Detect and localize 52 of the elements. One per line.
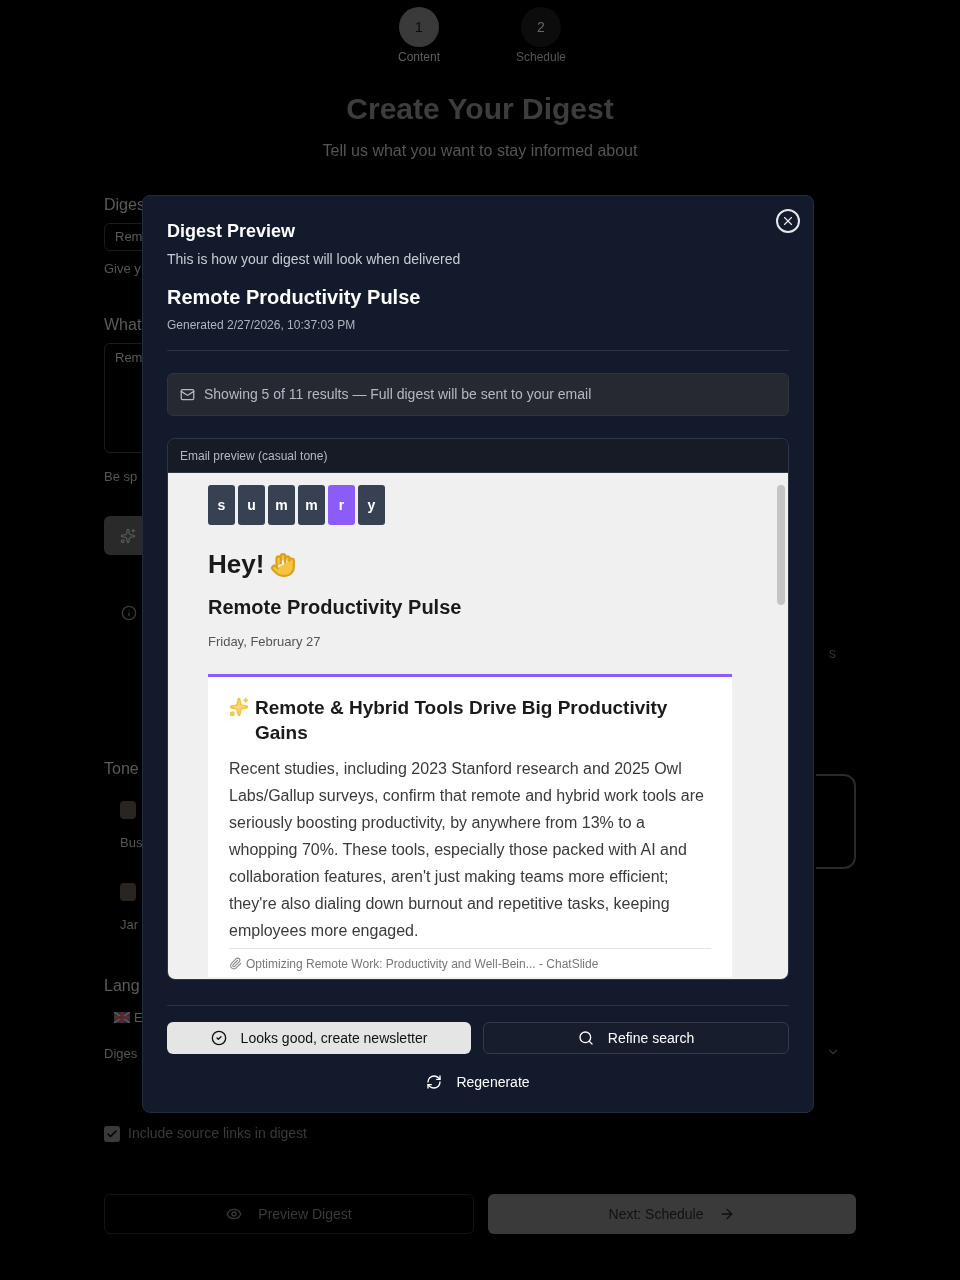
checkbox-label: Include source links in digest — [128, 1124, 307, 1143]
refresh-icon — [426, 1074, 443, 1090]
flag-icon — [114, 1012, 130, 1024]
check-icon — [106, 1127, 118, 1140]
step-label: Content — [398, 49, 440, 66]
dialog-subtitle: This is how your digest will look when delivered — [167, 250, 462, 269]
hint-text: Give y — [104, 260, 141, 278]
refine-search-button[interactable]: Refine search — [483, 1022, 789, 1054]
sparkles-icon — [120, 527, 136, 544]
close-button[interactable] — [776, 209, 800, 233]
info-icon — [121, 605, 137, 621]
source-link[interactable]: Optimizing Remote Work: Productivity and Well-Bein... - ChatSlide — [246, 954, 599, 973]
checkbox[interactable] — [104, 1125, 120, 1142]
step-label: Schedule — [516, 49, 567, 66]
eye-icon — [226, 1206, 243, 1222]
field-label: Lang — [104, 976, 140, 996]
page-title: Create Your Digest — [345, 91, 615, 127]
newsletter-title: Remote Productivity Pulse — [208, 595, 463, 620]
story-body: Recent studies, including 2023 Stanford research and 2025 Owl Labs/Gallup surveys, confirm that remote and hybrid work tools are seriously boosting productivity, by anywhere from 13% to a whopping 70%. These tools, especially those packed with AI and collaboration features, aren't just making teams more efficient; they're also dialing down burnout and repetitive tasks, keeping employees more engaged. — [229, 758, 705, 941]
search-icon — [577, 1030, 594, 1046]
logo-tile: r — [328, 485, 355, 525]
dialog-title: Digest Preview — [167, 220, 297, 243]
story-headline: Remote & Hybrid Tools Drive Big Productivity Gains — [255, 695, 669, 745]
preview-header: Email preview (casual tone) — [168, 439, 788, 473]
create-newsletter-button[interactable]: Looks good, create newsletter — [167, 1022, 471, 1054]
scrollbar-thumb[interactable] — [777, 485, 785, 605]
language-select[interactable]: E — [104, 1008, 143, 1028]
newsletter-date: Friday, February 27 — [208, 633, 322, 651]
logo-tile: m — [268, 485, 295, 525]
page-subtitle: Tell us what you want to stay informed about — [321, 141, 639, 161]
generated-time: Generated 2/27/2026, 10:37:03 PM — [167, 317, 357, 334]
hint-text: Be sp — [104, 467, 138, 486]
logo-tile: m — [298, 485, 325, 525]
tone-option[interactable]: Jar — [104, 882, 139, 934]
hint-text: Diges — [104, 1044, 138, 1063]
close-icon — [781, 214, 795, 228]
sparkles-icon — [229, 696, 249, 717]
greeting: Hey! — [208, 548, 265, 581]
logo-tile: y — [358, 485, 385, 525]
digest-title: Remote Productivity Pulse — [167, 285, 422, 310]
field-label: What — [104, 314, 142, 335]
check-circle-icon — [210, 1030, 227, 1046]
paperclip-icon — [229, 957, 242, 970]
mail-icon — [180, 387, 195, 402]
logo-tile: s — [208, 485, 235, 525]
tone-card[interactable] — [816, 774, 856, 869]
logo-tile: u — [238, 485, 265, 525]
regenerate-button[interactable]: Regenerate — [414, 1066, 542, 1098]
preview-button[interactable]: Preview Digest — [104, 1194, 474, 1234]
field-label: Tone — [104, 759, 139, 779]
tone-option[interactable]: Bus — [104, 801, 143, 853]
notice-text: Showing 5 of 11 results — Full digest will be sent to your email — [204, 385, 592, 404]
